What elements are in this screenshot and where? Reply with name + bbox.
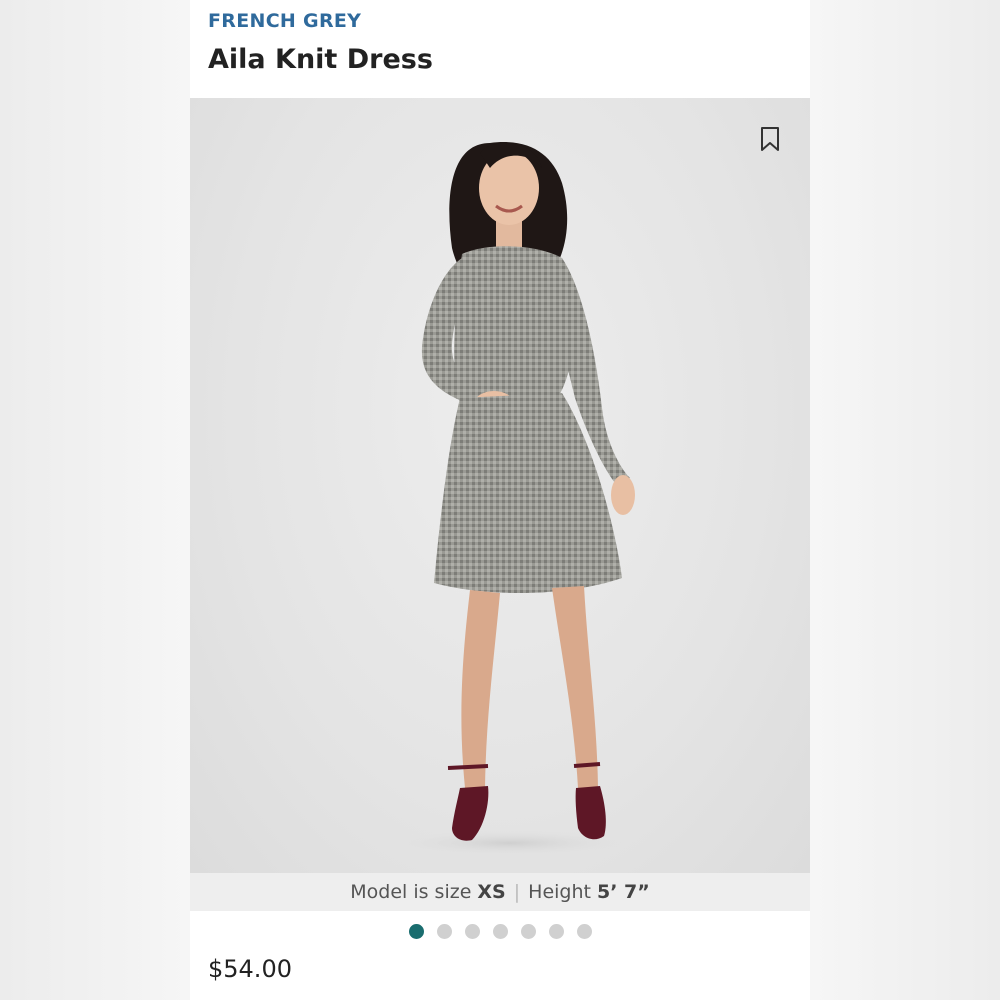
gallery-dot-3[interactable]: [464, 924, 480, 939]
product-card: FRENCH GREY Aila Knit Dress Model is siz…: [190, 0, 810, 1000]
bookmark-icon[interactable]: [760, 126, 780, 152]
model-height-value: 5’ 7”: [596, 881, 650, 903]
brand-link[interactable]: FRENCH GREY: [208, 10, 361, 32]
gallery-dot-2[interactable]: [436, 924, 452, 939]
gallery-dot-6[interactable]: [548, 924, 564, 939]
product-title: Aila Knit Dress: [208, 44, 433, 75]
product-photo[interactable]: [190, 98, 810, 873]
gallery-dot-4[interactable]: [492, 924, 508, 939]
right-backdrop: [810, 0, 1000, 1000]
gallery-pagination: [190, 924, 810, 944]
left-backdrop: [0, 0, 190, 1000]
divider: |: [513, 881, 521, 903]
gallery-dot-7[interactable]: [576, 924, 592, 939]
model-size-label: Model is size: [350, 881, 472, 903]
model-size-info: Model is size XS | Height 5’ 7”: [190, 873, 810, 911]
model-size-value: XS: [477, 881, 506, 903]
model-height-label: Height: [528, 881, 591, 903]
model-illustration: [380, 142, 640, 857]
product-price: $54.00: [208, 955, 292, 983]
gallery-dot-5[interactable]: [520, 924, 536, 939]
gallery-dot-1[interactable]: [408, 924, 424, 939]
